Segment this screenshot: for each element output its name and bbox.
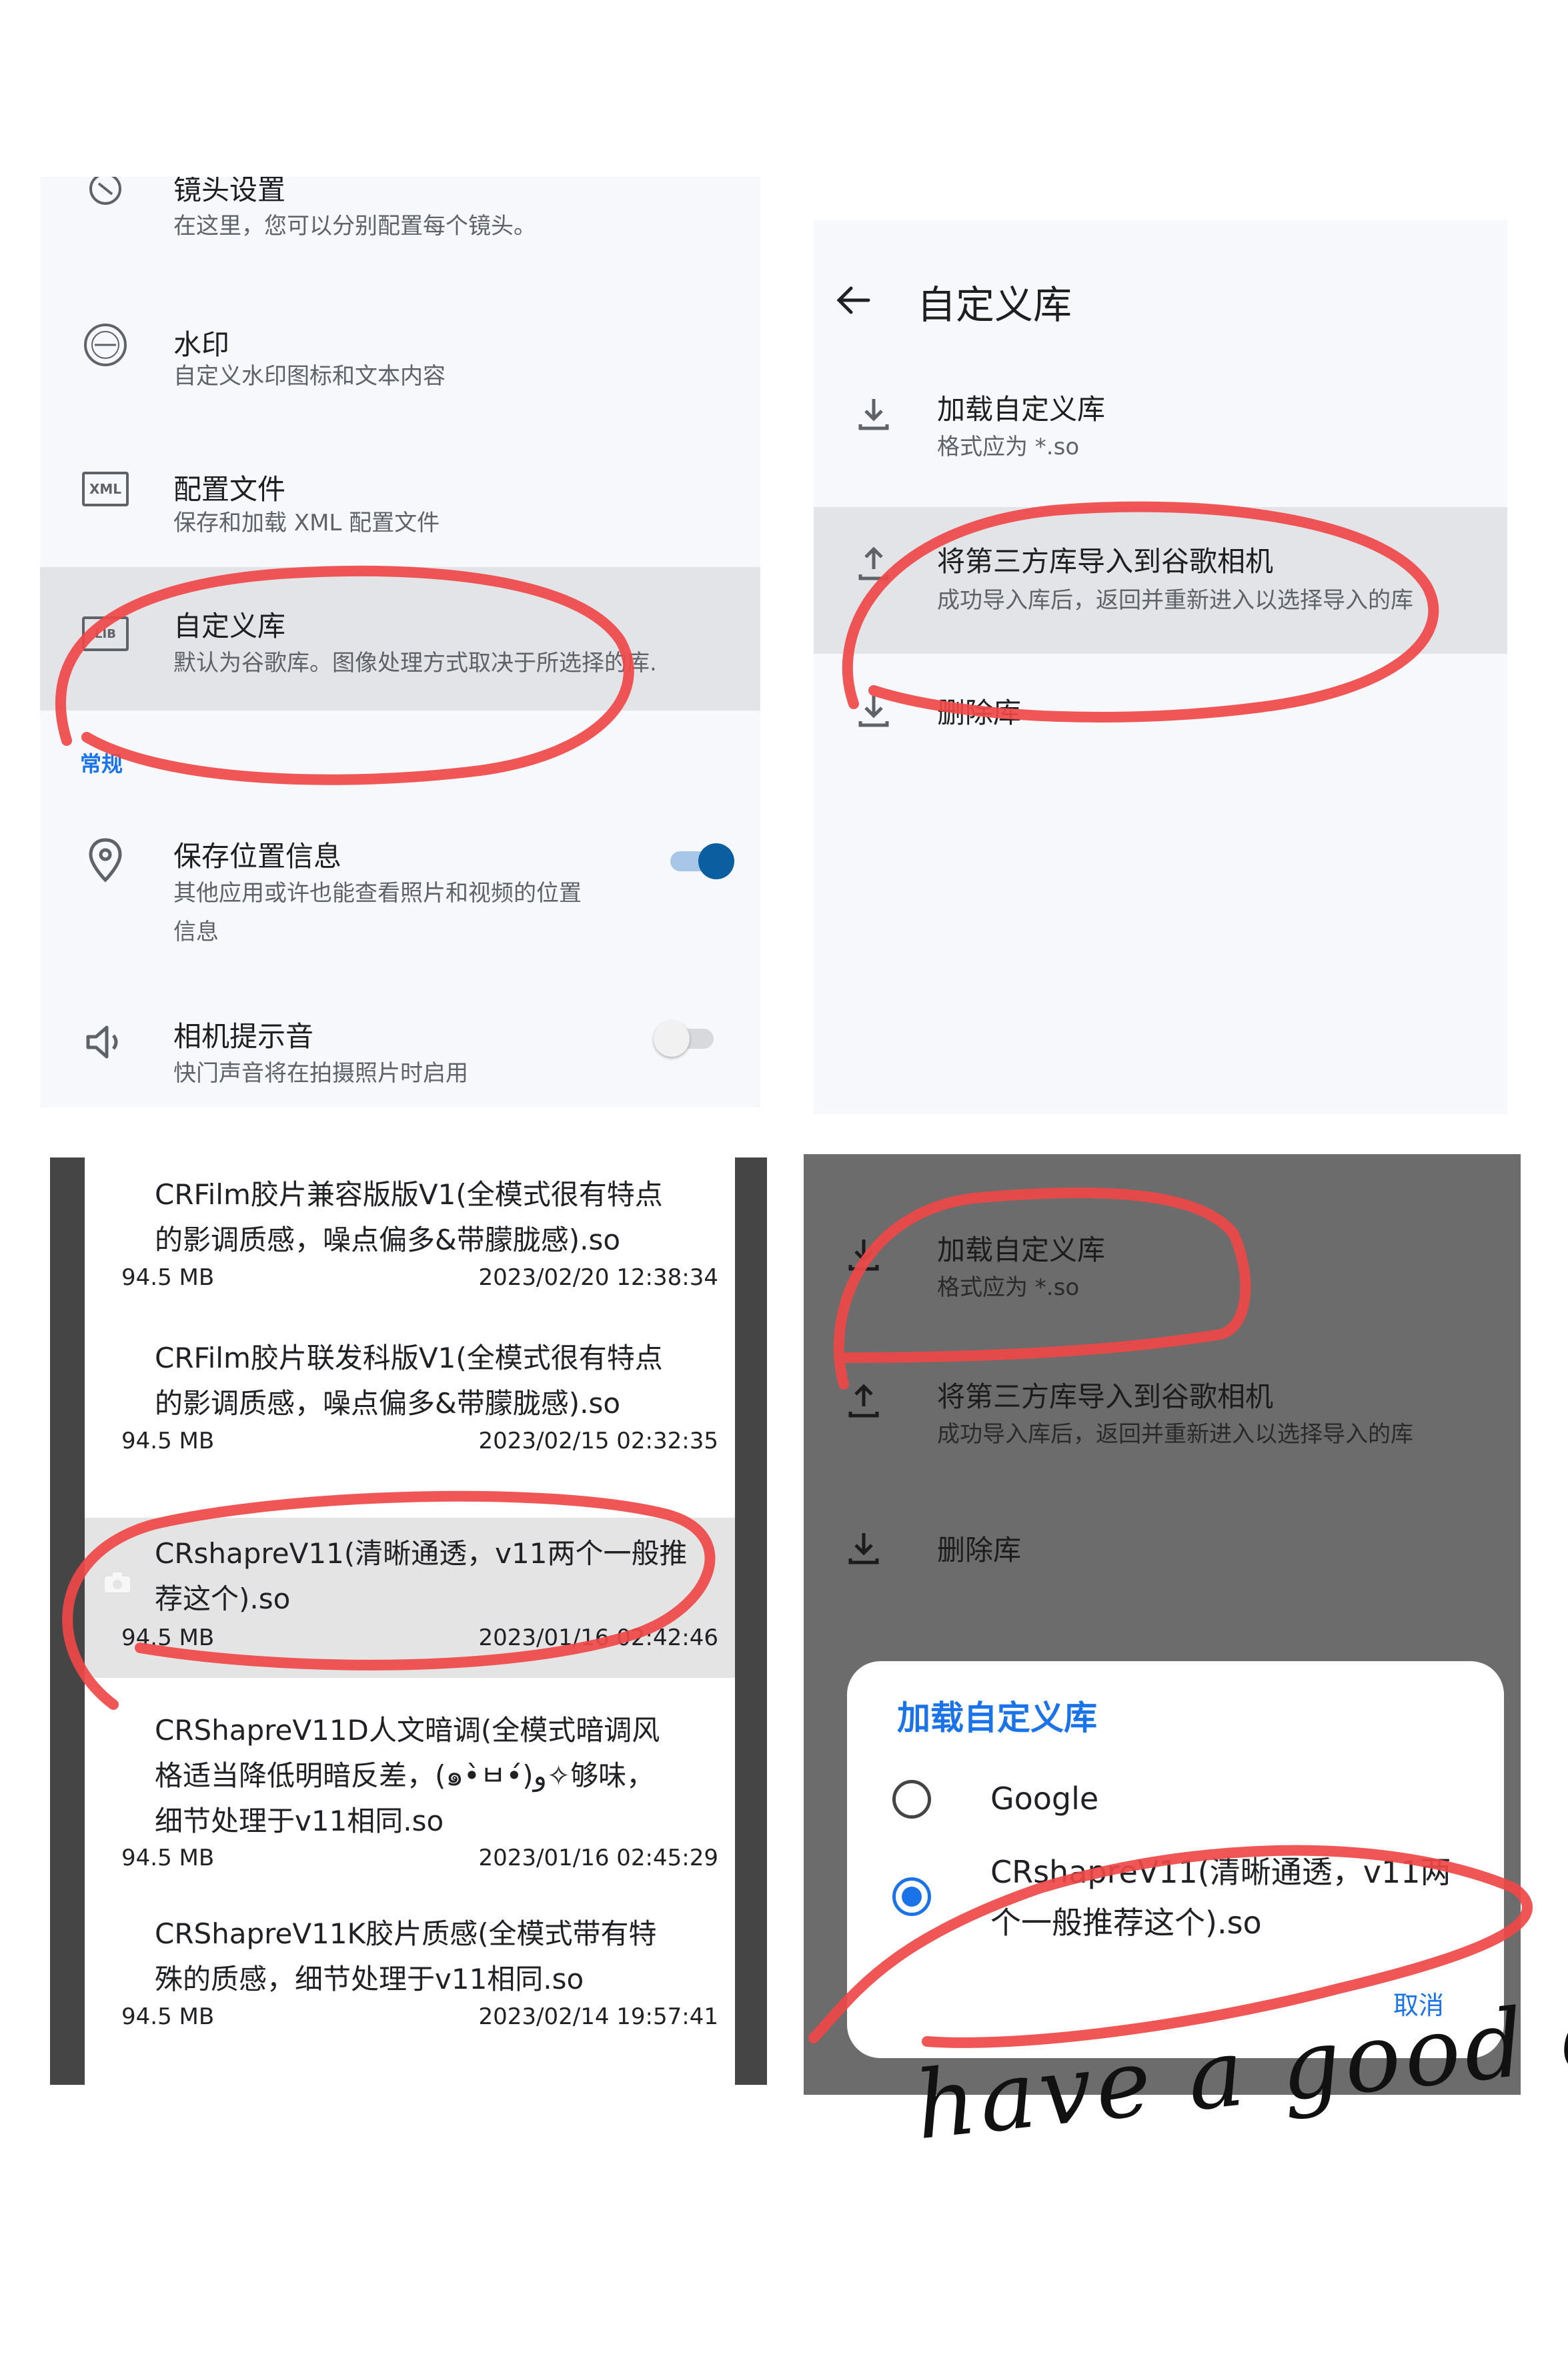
item-title: 删除库: [937, 696, 1022, 729]
item-title: 删除库: [937, 1534, 1022, 1566]
list-item[interactable]: CRShapreV11K胶片质感(全模式带有特 殊的质感，细节处理于v11相同.…: [85, 1891, 735, 2065]
delete-library-item[interactable]: 删除库: [814, 687, 1507, 754]
file-date: 2023/02/14 19:57:41: [478, 2003, 718, 2030]
settings-row-subtitle: 保存和加载 XML 配置文件: [173, 510, 440, 536]
import-third-party-library-item[interactable]: 将第三方库导入到谷歌相机 成功导入库后，返回并重新进入以选择导入的库: [804, 1374, 1521, 1468]
settings-row-subtitle: 自定义水印图标和文本内容: [173, 363, 446, 390]
file-size: 94.5 MB: [121, 1624, 215, 1651]
upload-icon: [840, 1378, 887, 1424]
custom-library-screen: 自定义库 加载自定义库 格式应为 *.so 将第三方库导入到谷歌相机 成功导入库…: [814, 220, 1507, 1114]
item-title: 将第三方库导入到谷歌相机: [937, 1380, 1274, 1413]
file-name: CRFilm胶片兼容版版V1(全模式很有特点 的影调质感，噪点偏多&带朦胧感).…: [155, 1178, 663, 1256]
item-title: 加载自定义库: [937, 393, 1106, 426]
download-icon: [850, 390, 897, 437]
settings-panel: 镜头设置 在这里，您可以分别配置每个镜头。 水印 自定义水印图标和文本内容 XM…: [40, 177, 760, 1107]
load-library-item[interactable]: 加载自定义库 格式应为 *.so: [804, 1228, 1521, 1321]
item-title: 将第三方库导入到谷歌相机: [937, 545, 1274, 578]
back-arrow-icon[interactable]: [834, 280, 874, 323]
settings-row-title: 镜头设置: [173, 177, 286, 206]
settings-row-title: 保存位置信息: [173, 840, 342, 873]
watermark-icon: [79, 318, 132, 372]
settings-row-subtitle-cont: 信息: [173, 919, 219, 945]
load-library-dialog: 加载自定义库 Google CRshapreV11(清晰通透，v11两 个一般推…: [847, 1661, 1504, 2058]
item-subtitle: 格式应为 *.so: [937, 434, 1080, 460]
section-label-general: 常规: [80, 751, 123, 777]
upload-icon: [850, 540, 897, 587]
settings-row-title: 配置文件: [173, 473, 286, 506]
list-item[interactable]: CRShapreV11D人文暗调(全模式暗调风 格适当降低明暗反差，(๑•̀ㅂ•…: [85, 1681, 735, 1888]
radio-button-selected[interactable]: [892, 1877, 931, 1916]
file-size: 94.5 MB: [121, 2003, 215, 2030]
option-label: Google: [990, 1781, 1099, 1817]
location-pin-icon: [79, 834, 132, 887]
file-size: 94.5 MB: [121, 1428, 215, 1454]
download-icon: [840, 1524, 887, 1571]
file-date: 2023/02/15 02:32:35: [478, 1428, 718, 1454]
settings-row-title: 相机提示音: [173, 1020, 314, 1053]
list-item-selected[interactable]: CRshapreV11(清晰通透，v11两个一般推 荐这个).so 94.5 M…: [85, 1518, 735, 1678]
download-icon: [850, 687, 897, 734]
settings-row-custom-library[interactable]: LIB 自定义库 默认为谷歌库。图像处理方式取决于所选择的库.: [40, 567, 760, 711]
camera-icon: [103, 1571, 131, 1596]
settings-row-subtitle: 默认为谷歌库。图像处理方式取决于所选择的库.: [173, 650, 657, 676]
option-crshapre-v11[interactable]: CRshapreV11(清晰通透，v11两 个一般推荐这个).so: [847, 1841, 1504, 1955]
option-label: CRshapreV11(清晰通透，v11两 个一般推荐这个).so: [990, 1854, 1451, 1941]
xml-file-icon: XML: [79, 462, 132, 516]
item-subtitle: 格式应为 *.so: [937, 1274, 1080, 1301]
item-title: 加载自定义库: [937, 1234, 1106, 1266]
load-library-dialog-screen: 加载自定义库 格式应为 *.so 将第三方库导入到谷歌相机 成功导入库后，返回并…: [804, 1154, 1521, 2095]
lens-icon: [79, 177, 132, 223]
import-third-party-library-item[interactable]: 将第三方库导入到谷歌相机 成功导入库后，返回并重新进入以选择导入的库: [814, 507, 1507, 654]
settings-row-save-location[interactable]: 保存位置信息 其他应用或许也能查看照片和视频的位置 信息: [40, 834, 760, 981]
page-title: 自定义库: [917, 282, 1072, 328]
camera-sound-toggle[interactable]: [654, 1021, 718, 1057]
file-size: 94.5 MB: [121, 1845, 215, 1871]
settings-row-camera-sound[interactable]: 相机提示音 快门声音将在拍摄照片时启用: [40, 1020, 760, 1107]
dialog-title: 加载自定义库: [897, 1699, 1097, 1737]
settings-row-subtitle: 在这里，您可以分别配置每个镜头。: [173, 213, 536, 240]
settings-row-title: 自定义库: [173, 610, 286, 642]
settings-row-lens[interactable]: 镜头设置 在这里，您可以分别配置每个镜头。: [40, 177, 760, 264]
settings-row-config[interactable]: XML 配置文件 保存和加载 XML 配置文件: [40, 437, 760, 557]
settings-row-subtitle: 其他应用或许也能查看照片和视频的位置: [173, 880, 582, 907]
list-item[interactable]: CRFilm胶片联发科版V1(全模式很有特点 的影调质感，噪点偏多&带朦胧感).…: [85, 1321, 735, 1484]
speaker-icon: [79, 1015, 132, 1069]
download-icon: [840, 1231, 887, 1278]
delete-library-item[interactable]: 删除库: [804, 1524, 1521, 1591]
file-date: 2023/02/20 12:38:34: [478, 1264, 718, 1291]
file-name: CRShapreV11K胶片质感(全模式带有特 殊的质感，细节处理于v11相同.…: [155, 1917, 657, 1995]
file-size: 94.5 MB: [121, 1264, 215, 1291]
item-subtitle: 成功导入库后，返回并重新进入以选择导入的库: [937, 1421, 1413, 1448]
item-subtitle: 成功导入库后，返回并重新进入以选择导入的库: [937, 587, 1413, 614]
settings-row-subtitle: 快门声音将在拍摄照片时启用: [173, 1060, 468, 1087]
file-date: 2023/01/16 02:42:46: [478, 1624, 718, 1651]
file-list: CRFilm胶片兼容版版V1(全模式很有特点 的影调质感，噪点偏多&带朦胧感).…: [85, 1157, 735, 2085]
file-name: CRShapreV11D人文暗调(全模式暗调风 格适当降低明暗反差，(๑•̀ㅂ•…: [155, 1714, 660, 1837]
location-toggle[interactable]: [670, 843, 734, 879]
list-item[interactable]: CRFilm胶片兼容版版V1(全模式很有特点 的影调质感，噪点偏多&带朦胧感).…: [85, 1157, 735, 1321]
file-picker-panel: CRFilm胶片兼容版版V1(全模式很有特点 的影调质感，噪点偏多&带朦胧感).…: [50, 1157, 767, 2085]
library-icon: LIB: [79, 607, 132, 660]
file-name: CRFilm胶片联发科版V1(全模式很有特点 的影调质感，噪点偏多&带朦胧感).…: [155, 1342, 663, 1420]
file-name: CRshapreV11(清晰通透，v11两个一般推 荐这个).so: [155, 1537, 688, 1615]
settings-row-watermark[interactable]: 水印 自定义水印图标和文本内容: [40, 290, 760, 410]
load-library-item[interactable]: 加载自定义库 格式应为 *.so: [814, 387, 1507, 480]
radio-button-unselected[interactable]: [892, 1780, 931, 1819]
file-date: 2023/01/16 02:45:29: [478, 1845, 718, 1871]
option-google[interactable]: Google: [847, 1768, 1504, 1835]
